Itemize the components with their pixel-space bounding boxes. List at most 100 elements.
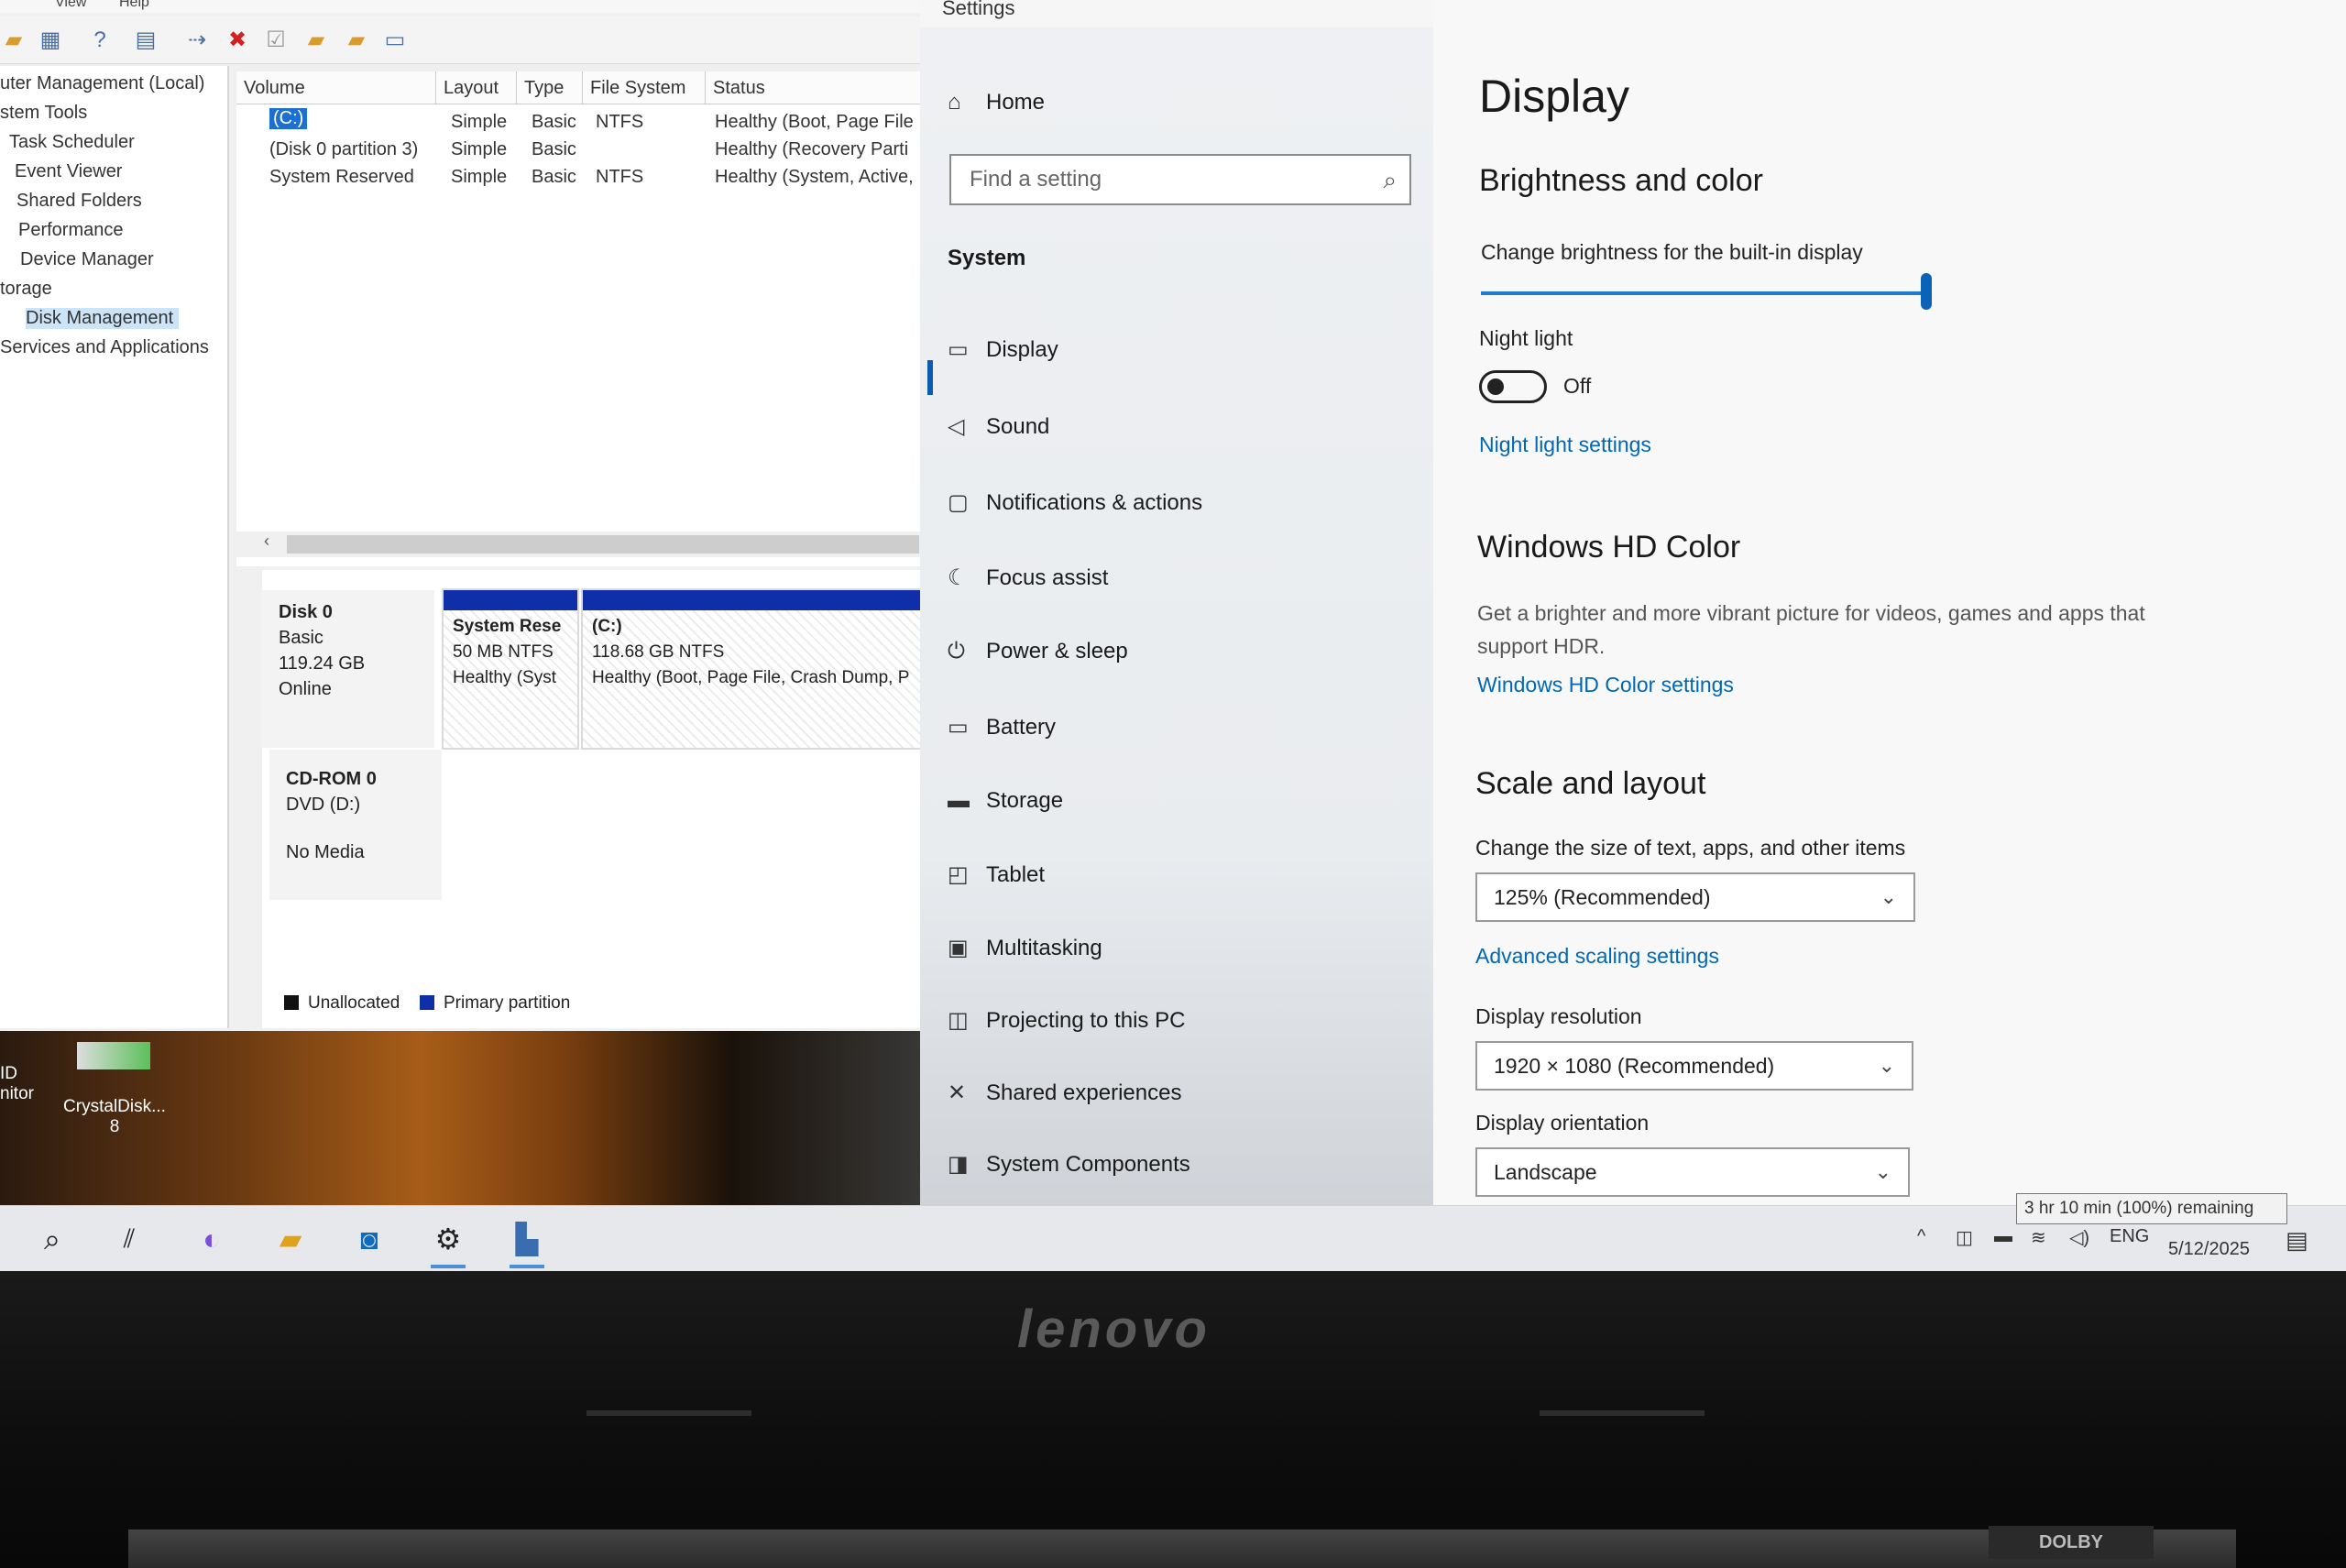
clock-date[interactable]: 5/12/2025	[2168, 1239, 2250, 1260]
cdrom-name: CD-ROM 0	[286, 769, 377, 789]
taskbar: ⌕ ⫽ ◐ ▰ ◙ ⚙ ▙ ^ ◫ ▬ ≋ ◁) ENG 3:06 PM 5/1…	[0, 1205, 2346, 1271]
tree-system-tools[interactable]: stem Tools	[0, 103, 87, 124]
power-icon: ⏻	[948, 639, 965, 663]
search-icon[interactable]: ⌕	[1383, 156, 1397, 203]
disk0-status: Online	[279, 679, 332, 699]
console-icon[interactable]: ▤	[132, 27, 159, 53]
volume-layout: Simple	[451, 139, 508, 159]
search-icon[interactable]: ⌕	[31, 1219, 73, 1259]
scale-label: Change the size of text, apps, and other…	[1475, 836, 1906, 860]
menu-view[interactable]: View	[55, 0, 86, 11]
partition-status: Healthy (Boot, Page File, Crash Dump, P	[592, 668, 910, 687]
nav-item-sound[interactable]: ◁ Sound	[948, 413, 1049, 440]
help-icon[interactable]: ?	[86, 27, 114, 53]
nav-item-shared-experiences[interactable]: ✕ Shared experiences	[948, 1080, 1181, 1106]
nav-item-system-components[interactable]: ◨ System Components	[948, 1151, 1190, 1178]
tree-device-manager[interactable]: Device Manager	[20, 249, 154, 270]
meet-now-icon[interactable]: ◫	[1956, 1226, 1973, 1249]
wifi-icon[interactable]: ≋	[2031, 1226, 2046, 1249]
volume-type: Basic	[532, 112, 576, 132]
brightness-slider[interactable]	[1481, 291, 1930, 295]
window-title: Settings	[942, 0, 1015, 19]
hd-color-description: Get a brighter and more vibrant picture …	[1477, 601, 2145, 625]
connect-icon[interactable]: ⇢	[183, 27, 211, 53]
partition-size: 118.68 GB NTFS	[592, 642, 725, 662]
window-icon[interactable]: ▭	[381, 27, 409, 53]
disk0-info[interactable]: Disk 0 Basic 119.24 GB Online	[262, 590, 434, 748]
chevron-up-icon[interactable]: ^	[1917, 1226, 1925, 1247]
desktop-icon-crystaldisk[interactable]: CrystalDisk... 8	[55, 1097, 174, 1137]
nav-item-label: Multitasking	[986, 936, 1102, 960]
volume-icon[interactable]: ◁)	[2069, 1226, 2089, 1249]
legend-swatch	[284, 995, 299, 1010]
volume-layout: Simple	[451, 167, 508, 187]
nav-item-battery[interactable]: ▭ Battery	[948, 714, 1056, 740]
tree-storage[interactable]: torage	[0, 279, 52, 300]
desktop-icon-monitor[interactable]: ID nitor	[0, 1064, 37, 1104]
col-layout[interactable]: Layout	[436, 71, 517, 104]
tree-performance[interactable]: Performance	[18, 220, 124, 241]
delete-icon[interactable]: ✖	[224, 27, 251, 53]
partition-system-reserved[interactable]: System Rese 50 MB NTFS Healthy (Syst	[442, 588, 579, 750]
volume-name: (Disk 0 partition 3)	[269, 139, 419, 159]
check-icon[interactable]: ☑	[262, 27, 290, 53]
col-type[interactable]: Type	[517, 71, 583, 104]
nav-item-display[interactable]: ▭ Display	[948, 336, 1058, 363]
console-tree: uter Management (Local) stem Tools Task …	[0, 66, 229, 1028]
search-folder-icon[interactable]: ▰	[343, 27, 370, 53]
action-center-icon[interactable]: ▤	[2286, 1226, 2308, 1255]
nav-item-storage[interactable]: ▬ Storage	[948, 788, 1063, 814]
tree-disk-management[interactable]: Disk Management	[26, 308, 180, 329]
col-file-system[interactable]: File System	[583, 71, 706, 104]
computer-management-icon[interactable]: ▙	[506, 1219, 548, 1268]
crystaldisk-icon[interactable]	[77, 1042, 150, 1069]
scale-dropdown[interactable]: 125% (Recommended) ⌄	[1475, 872, 1915, 922]
language-indicator[interactable]: ENG	[2110, 1226, 2149, 1247]
settings-icon[interactable]: ⚙	[427, 1219, 469, 1268]
grid-icon[interactable]: ▦	[37, 27, 64, 53]
resolution-dropdown[interactable]: 1920 × 1080 (Recommended) ⌄	[1475, 1041, 1913, 1091]
folder-up-icon[interactable]: ▰	[0, 27, 27, 53]
brightness-heading: Brightness and color	[1479, 163, 1763, 198]
hd-color-settings-link[interactable]: Windows HD Color settings	[1477, 673, 1734, 697]
brightness-label: Change brightness for the built-in displ…	[1481, 240, 1863, 264]
volume-name: System Reserved	[269, 167, 414, 187]
multitasking-icon: ▣	[948, 936, 969, 960]
nav-item-label: Sound	[986, 414, 1050, 439]
file-explorer-icon[interactable]: ▰	[269, 1219, 312, 1259]
scrollbar-thumb[interactable]	[287, 535, 919, 554]
dolby-badge: DOLBY	[1989, 1526, 2154, 1559]
folder-icon[interactable]: ▰	[302, 27, 330, 53]
partition-bar	[583, 590, 924, 610]
horizontal-scrollbar[interactable]: ‹	[236, 532, 926, 557]
nav-item-power-sleep[interactable]: ⏻ Power & sleep	[948, 639, 1128, 664]
tree-computer-management[interactable]: uter Management (Local)	[0, 73, 204, 94]
col-status[interactable]: Status	[706, 71, 926, 104]
cdrom-info[interactable]: CD-ROM 0 DVD (D:) No Media	[269, 750, 442, 900]
search-input[interactable]: Find a setting ⌕	[949, 154, 1411, 205]
nav-item-multitasking[interactable]: ▣ Multitasking	[948, 935, 1102, 961]
outlook-icon[interactable]: ◙	[348, 1219, 390, 1259]
menu-help[interactable]: Help	[119, 0, 149, 11]
nav-home[interactable]: ⌂ Home	[948, 90, 1045, 115]
scroll-left-icon[interactable]: ‹	[264, 532, 269, 551]
night-light-toggle[interactable]	[1479, 370, 1547, 403]
task-view-icon[interactable]: ⫽	[108, 1219, 150, 1259]
orientation-dropdown[interactable]: Landscape ⌄	[1475, 1147, 1910, 1197]
tree-event-viewer[interactable]: Event Viewer	[15, 161, 122, 182]
brightness-slider-thumb[interactable]	[1921, 273, 1932, 310]
tree-services-and-applications[interactable]: Services and Applications	[0, 337, 209, 358]
night-light-settings-link[interactable]: Night light settings	[1479, 433, 1651, 457]
partition-c[interactable]: (C:) 118.68 GB NTFS Healthy (Boot, Page …	[581, 588, 926, 750]
nav-item-projecting[interactable]: ◫ Projecting to this PC	[948, 1007, 1185, 1034]
battery-icon[interactable]: ▬	[1994, 1226, 2012, 1247]
orientation-label: Display orientation	[1475, 1111, 1650, 1135]
copilot-icon[interactable]: ◐	[191, 1219, 233, 1259]
nav-item-notifications[interactable]: ▢ Notifications & actions	[948, 489, 1202, 516]
nav-item-focus-assist[interactable]: ☾ Focus assist	[948, 565, 1108, 591]
tree-shared-folders[interactable]: Shared Folders	[16, 191, 142, 212]
col-volume[interactable]: Volume	[236, 71, 436, 104]
nav-item-tablet[interactable]: ◰ Tablet	[948, 861, 1045, 888]
advanced-scaling-link[interactable]: Advanced scaling settings	[1475, 944, 1719, 969]
tree-task-scheduler[interactable]: Task Scheduler	[9, 132, 135, 153]
